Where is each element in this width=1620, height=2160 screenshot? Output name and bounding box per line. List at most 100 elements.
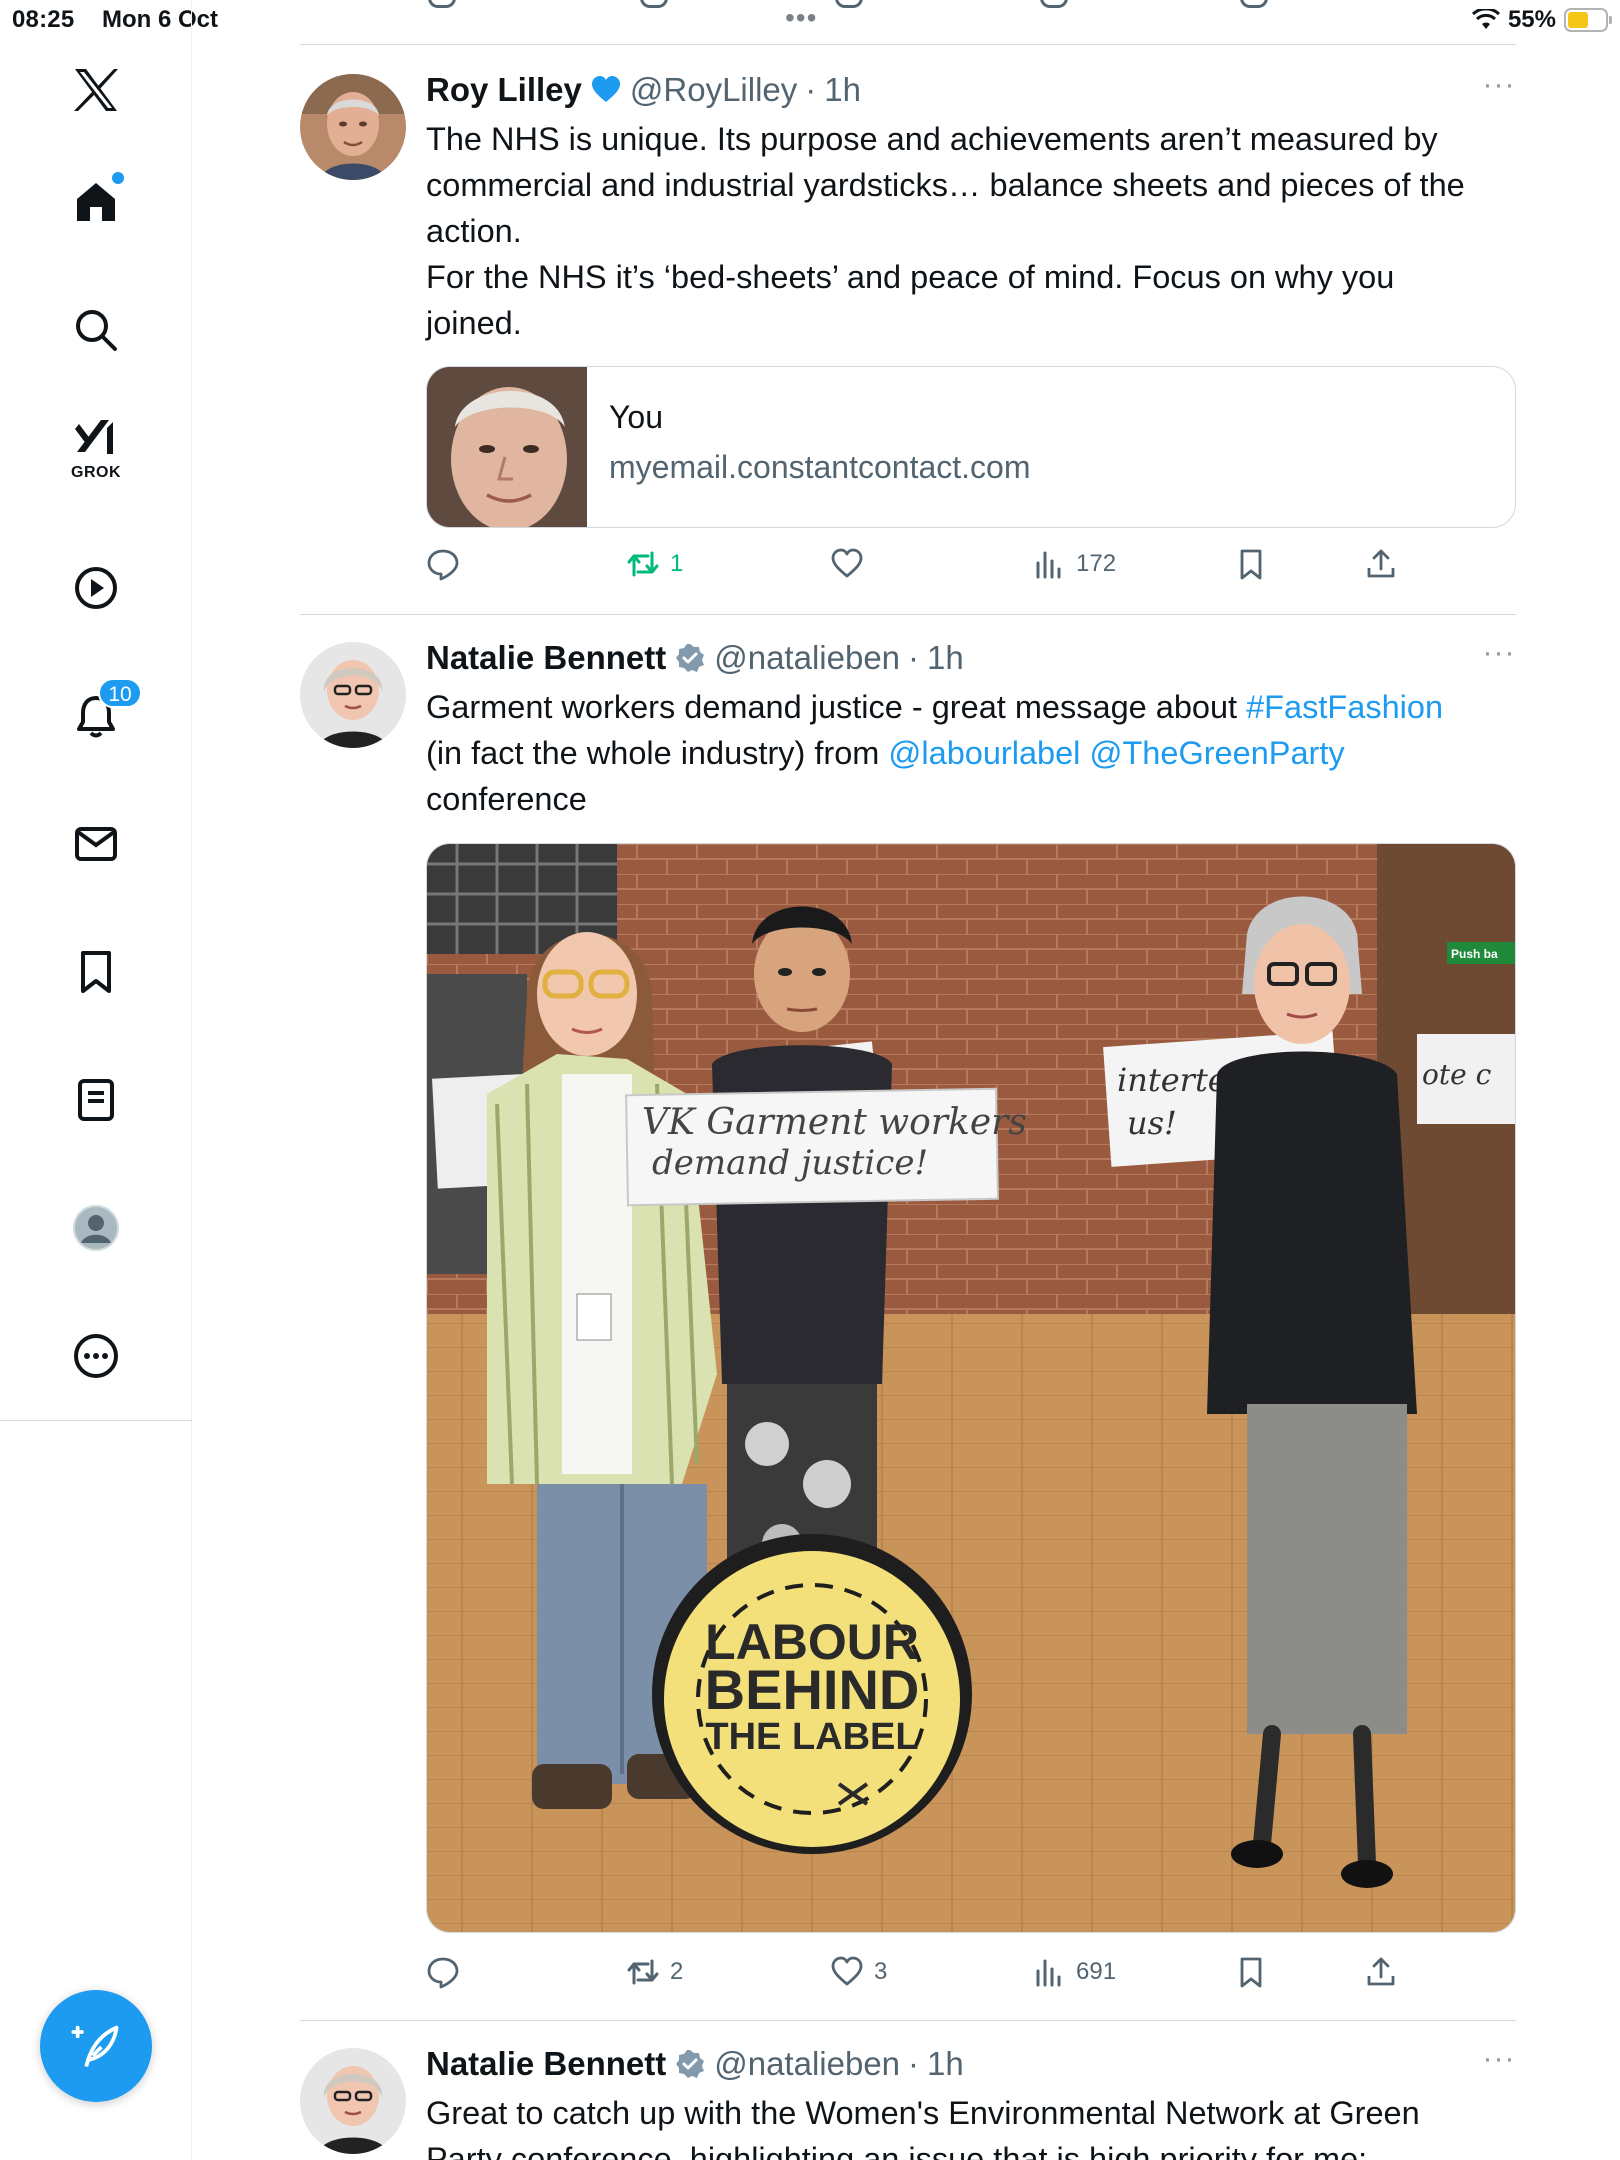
compose-post-button[interactable] xyxy=(40,1990,152,2102)
more-options-icon[interactable]: ··· xyxy=(1482,70,1516,104)
tweet-text: The NHS is unique. Its purpose and achie… xyxy=(426,116,1516,346)
retweet-icon xyxy=(627,551,659,577)
tweet-actions: 2 3 691 xyxy=(426,1952,1516,1992)
views-chart-icon xyxy=(1036,551,1061,579)
grok-label: GROK xyxy=(71,464,121,481)
card-thumbnail xyxy=(427,367,587,527)
bookmark-button[interactable] xyxy=(1234,544,1268,584)
post-time[interactable]: 1h xyxy=(824,71,861,109)
reply-icon xyxy=(427,549,459,581)
mention-link[interactable]: @TheGreenParty xyxy=(1089,735,1344,771)
views-button[interactable]: 172 xyxy=(1032,544,1116,584)
lists-icon[interactable] xyxy=(50,1054,142,1146)
battery-icon xyxy=(1564,8,1612,32)
views-button[interactable]: 691 xyxy=(1032,1952,1116,1992)
messages-mail-icon[interactable] xyxy=(50,798,142,890)
link-preview-card[interactable]: You myemail.constantcontact.com xyxy=(426,366,1516,528)
post-time[interactable]: 1h xyxy=(927,639,964,677)
heart-icon xyxy=(831,548,863,578)
like-button[interactable] xyxy=(830,544,864,584)
more-options-icon[interactable] xyxy=(50,1310,142,1402)
card-title: You xyxy=(609,399,663,435)
more-options-icon[interactable]: ··· xyxy=(1482,638,1516,672)
tweet-text-line: For the NHS it’s ‘bed-sheets’ and peace … xyxy=(426,259,1395,295)
tweet-text-line: (in fact the whole industry) from @labou… xyxy=(426,735,1345,771)
sidebar-divider xyxy=(0,1420,192,1421)
tweet-header: Natalie Bennett @natalieben · 1h xyxy=(426,2044,964,2084)
heart-icon xyxy=(831,1956,863,1986)
author-handle[interactable]: @natalieben xyxy=(714,639,900,677)
author-name[interactable]: Natalie Bennett xyxy=(426,639,666,677)
retweet-button[interactable]: 2 xyxy=(626,1952,683,1992)
author-name[interactable]: Roy Lilley xyxy=(426,71,582,109)
verified-badge-icon xyxy=(674,642,706,674)
search-icon[interactable] xyxy=(50,284,142,376)
tweet-text-line: joined. xyxy=(426,305,522,341)
separator-dot: · xyxy=(805,71,817,108)
home-unread-dot xyxy=(112,172,124,184)
views-chart-icon xyxy=(1036,1959,1061,1987)
tweet-text-line: Garment workers demand justice - great m… xyxy=(426,689,1444,725)
author-handle[interactable]: @natalieben xyxy=(714,2045,900,2083)
tweet-text-line: conference xyxy=(426,781,587,817)
video-play-icon[interactable] xyxy=(50,542,142,634)
author-handle[interactable]: @RoyLilley xyxy=(630,71,797,109)
notifications-bell-icon[interactable]: 10 xyxy=(50,670,142,762)
bg-sign-text: ote c xyxy=(1422,1058,1492,1091)
tweet-header: Roy Lilley @RoyLilley · 1h xyxy=(426,70,861,110)
timeline-feed: Roy Lilley @RoyLilley · 1h ··· The NHS i… xyxy=(300,0,1516,2160)
bookmarks-icon[interactable] xyxy=(50,926,142,1018)
feed-divider xyxy=(300,44,1516,45)
separator-dot: · xyxy=(908,2045,920,2082)
avatar[interactable] xyxy=(300,74,406,180)
exit-sign-text: Push ba xyxy=(1451,947,1498,961)
reply-button[interactable] xyxy=(426,1952,460,1992)
bookmark-icon xyxy=(1240,1957,1262,1988)
tweet-divider xyxy=(300,614,1516,615)
like-button[interactable]: 3 xyxy=(830,1952,887,1992)
circle-text-line2: BEHIND xyxy=(705,1658,920,1721)
avatar[interactable] xyxy=(300,642,406,748)
author-name[interactable]: Natalie Bennett xyxy=(426,2045,666,2083)
retweet-icon xyxy=(627,1959,659,1985)
retweet-count: 2 xyxy=(670,1958,684,1985)
profile-avatar-icon[interactable] xyxy=(50,1182,142,1274)
blue-heart-icon xyxy=(590,74,622,106)
bg-sign-text: us! xyxy=(1127,1104,1177,1142)
reply-icon xyxy=(427,1957,459,1989)
tweet-photo[interactable]: Push ba rkers intertek us! ote c xyxy=(426,843,1516,1933)
post-time[interactable]: 1h xyxy=(927,2045,964,2083)
bookmark-button[interactable] xyxy=(1234,1952,1268,1992)
notification-count-badge: 10 xyxy=(98,678,142,708)
compose-feather-icon xyxy=(71,2025,119,2067)
more-options-icon[interactable]: ··· xyxy=(1482,2044,1516,2078)
mention-link[interactable]: @labourlabel xyxy=(888,735,1080,771)
card-domain: myemail.constantcontact.com xyxy=(609,449,1031,485)
bookmark-icon xyxy=(1240,549,1262,580)
share-upload-icon xyxy=(1367,1957,1395,1986)
tweet-text: Great to catch up with the Women's Envir… xyxy=(426,2090,1516,2160)
sign-text-line2: demand justice! xyxy=(652,1143,928,1183)
tweet-header: Natalie Bennett @natalieben · 1h xyxy=(426,638,964,678)
tweet-divider xyxy=(300,2020,1516,2021)
separator-dot: · xyxy=(908,639,920,676)
reply-button[interactable] xyxy=(426,544,460,584)
sidebar: GROK 10 xyxy=(0,0,192,2160)
like-count: 3 xyxy=(874,1958,888,1985)
grok-icon[interactable]: GROK xyxy=(50,400,142,492)
tweet-actions: 1 172 xyxy=(426,544,1516,584)
tweet-text-line: commercial and industrial yardsticks… ba… xyxy=(426,167,1465,203)
share-button[interactable] xyxy=(1364,544,1398,584)
home-icon[interactable] xyxy=(50,156,142,248)
hashtag-link[interactable]: #FastFashion xyxy=(1246,689,1443,725)
tweet-text-line: Party conference, highlighting an issue … xyxy=(426,2141,1368,2160)
retweet-button[interactable]: 1 xyxy=(626,544,683,584)
retweet-count: 1 xyxy=(670,550,684,577)
tweet-text-line: action. xyxy=(426,213,522,249)
tweet-text: Garment workers demand justice - great m… xyxy=(426,684,1516,822)
x-logo-icon[interactable] xyxy=(50,44,142,136)
avatar[interactable] xyxy=(300,2048,406,2154)
share-button[interactable] xyxy=(1364,1952,1398,1992)
circle-text-line3: THE LABEL xyxy=(705,1716,918,1758)
views-count: 172 xyxy=(1076,550,1117,577)
